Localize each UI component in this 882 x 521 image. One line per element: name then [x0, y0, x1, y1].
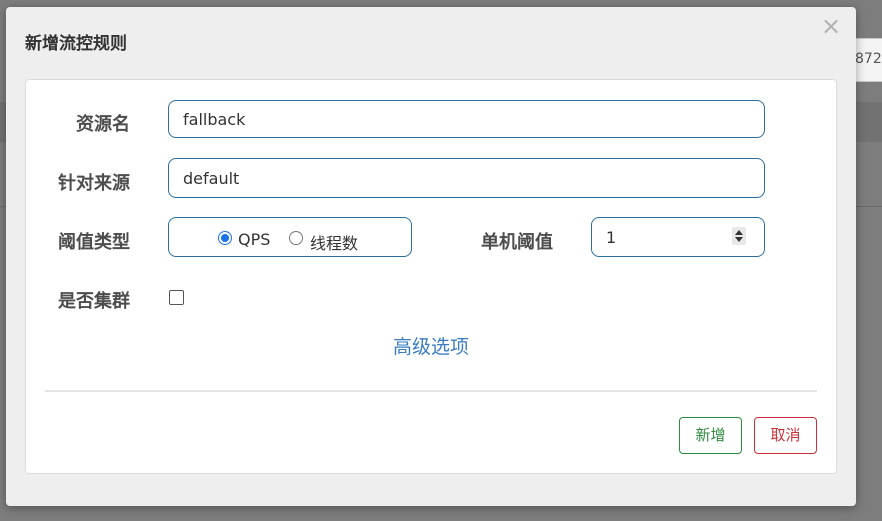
form-divider: [45, 390, 817, 392]
qps-radio-label: QPS: [238, 230, 271, 249]
limit-app-input[interactable]: [168, 158, 765, 198]
single-threshold-field: [591, 217, 765, 257]
cancel-button[interactable]: 取消: [754, 417, 817, 454]
advanced-options-link[interactable]: 高级选项: [26, 332, 836, 359]
close-icon[interactable]: ×: [820, 14, 842, 38]
stepper-up-icon[interactable]: [735, 230, 743, 235]
threshold-type-label: 阈值类型: [58, 232, 130, 253]
resource-name-label: 资源名: [76, 114, 130, 135]
background-cell-text: 872: [855, 51, 882, 67]
qps-radio[interactable]: [218, 231, 232, 245]
limit-app-label: 针对来源: [58, 173, 130, 194]
stepper-down-icon[interactable]: [735, 237, 743, 242]
add-button[interactable]: 新增: [679, 417, 742, 454]
form-panel: 资源名 针对来源 阈值类型 QPS 线程数 单机阈值 是否集群 高级选项 新增: [25, 79, 837, 474]
cluster-mode-checkbox[interactable]: [169, 290, 184, 305]
single-threshold-label: 单机阈值: [481, 232, 553, 253]
number-stepper[interactable]: [732, 227, 746, 245]
threshold-type-group: QPS 线程数: [168, 217, 412, 257]
cluster-mode-label: 是否集群: [58, 291, 130, 312]
flow-rule-dialog: 新增流控规则 × 资源名 针对来源 阈值类型 QPS 线程数 单机阈值 是否集群: [6, 7, 856, 506]
resource-name-input[interactable]: [168, 100, 765, 138]
thread-count-radio-label: 线程数: [310, 234, 359, 253]
dialog-title: 新增流控规则: [25, 34, 127, 54]
thread-count-radio[interactable]: [289, 231, 303, 245]
